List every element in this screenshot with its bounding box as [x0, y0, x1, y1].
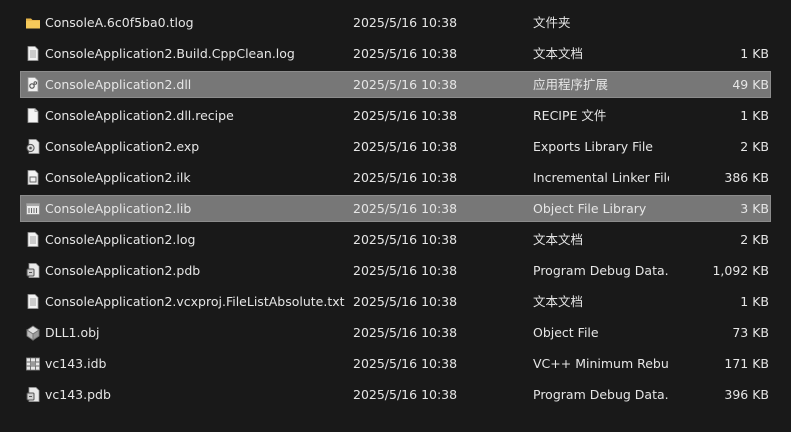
text-document-icon — [25, 231, 41, 248]
file-type: RECIPE 文件 — [533, 108, 607, 123]
exports-library-icon — [25, 138, 41, 155]
file-size: 2 KB — [740, 139, 769, 154]
file-row[interactable]: ConsoleApplication2.dll 2025/5/16 10:38 应用… — [0, 69, 791, 100]
file-size: 1,092 KB — [712, 263, 769, 278]
file-name: DLL1.obj — [45, 325, 100, 340]
file-row[interactable]: ConsoleApplication2.pdb 2025/5/16 10:38 Pr… — [0, 255, 791, 286]
file-size: 1 KB — [740, 294, 769, 309]
file-date-modified: 2025/5/16 10:38 — [353, 232, 458, 247]
file-type: 文本文档 — [533, 294, 584, 309]
file-size: 73 KB — [732, 325, 769, 340]
file-date-modified: 2025/5/16 10:38 — [353, 387, 458, 402]
text-document-icon — [25, 293, 41, 310]
file-date-modified: 2025/5/16 10:38 — [353, 170, 458, 185]
file-row[interactable]: ConsoleApplication2.ilk 2025/5/16 10:38 In… — [0, 162, 791, 193]
file-date-modified: 2025/5/16 10:38 — [353, 294, 458, 309]
file-row[interactable]: ConsoleApplication2.exp 2025/5/16 10:38 Ex… — [0, 131, 791, 162]
file-date-modified: 2025/5/16 10:38 — [353, 108, 458, 123]
file-date-modified: 2025/5/16 10:38 — [353, 15, 458, 30]
file-type: 文本文档 — [533, 232, 584, 247]
file-type: 应用程序扩展 — [533, 77, 609, 92]
file-row[interactable]: ConsoleApplication2.log 2025/5/16 10:38 文本… — [0, 224, 791, 255]
file-name: vc143.idb — [45, 356, 107, 371]
file-name: ConsoleApplication2.exp — [45, 139, 200, 154]
file-name: ConsoleApplication2.dll — [45, 77, 192, 92]
file-date-modified: 2025/5/16 10:38 — [353, 77, 458, 92]
file-name: vc143.pdb — [45, 387, 111, 402]
file-size: 3 KB — [740, 201, 769, 216]
file-size: 1 KB — [740, 108, 769, 123]
file-name: ConsoleApplication2.pdb — [45, 263, 201, 278]
file-type: Exports Library File — [533, 139, 654, 154]
file-row[interactable]: DLL1.obj 2025/5/16 10:38 Object File 73 KB — [0, 317, 791, 348]
file-row[interactable]: ConsoleApplication2.dll.recipe 2025/5/16 … — [0, 100, 791, 131]
file-date-modified: 2025/5/16 10:38 — [353, 356, 458, 371]
file-date-modified: 2025/5/16 10:38 — [353, 263, 458, 278]
file-row[interactable]: ConsoleApplication2.vcxproj.FileListAbso… — [0, 286, 791, 317]
file-type: 文件夹 — [533, 15, 571, 30]
file-type: Object File — [533, 325, 599, 340]
file-row[interactable]: ConsoleApplication2.lib 2025/5/16 10:38 Ob… — [0, 193, 791, 224]
file-row[interactable]: ConsoleApplication2.Build.CppClean.log 20… — [0, 38, 791, 69]
file-name: ConsoleA.6c0f5ba0.tlog — [45, 15, 194, 30]
file-name: ConsoleApplication2.Build.CppClean.log — [45, 46, 295, 61]
file-size: 49 KB — [732, 77, 769, 92]
file-name: ConsoleApplication2.vcxproj.FileListAbso… — [45, 294, 345, 309]
file-date-modified: 2025/5/16 10:38 — [353, 325, 458, 340]
linker-file-icon — [25, 169, 41, 186]
file-size: 396 KB — [724, 387, 769, 402]
file-name: ConsoleApplication2.ilk — [45, 170, 191, 185]
file-size: 1 KB — [740, 46, 769, 61]
file-date-modified: 2025/5/16 10:38 — [353, 201, 458, 216]
file-size: 2 KB — [740, 232, 769, 247]
file-type: Incremental Linker File — [533, 170, 669, 185]
file-list: ConsoleA.6c0f5ba0.tlog 2025/5/16 10:38 文件夹… — [0, 7, 791, 410]
file-name: ConsoleApplication2.log — [45, 232, 196, 247]
file-type: Object File Library — [533, 201, 647, 216]
debug-data-icon — [25, 262, 41, 279]
file-size: 171 KB — [724, 356, 769, 371]
file-size — [680, 7, 769, 38]
dll-file-icon — [25, 76, 41, 93]
file-size: 386 KB — [724, 170, 769, 185]
library-file-icon — [25, 200, 41, 217]
file-name: ConsoleApplication2.dll.recipe — [45, 108, 234, 123]
rebuild-file-icon — [25, 355, 41, 372]
debug-data-icon — [25, 386, 41, 403]
object-file-icon — [25, 324, 41, 341]
file-date-modified: 2025/5/16 10:38 — [353, 46, 458, 61]
blank-file-icon — [25, 107, 41, 124]
file-name: ConsoleApplication2.lib — [45, 201, 192, 216]
file-type: 文本文档 — [533, 46, 584, 61]
file-type: VC++ Minimum Rebu... — [533, 356, 669, 371]
file-row[interactable]: ConsoleA.6c0f5ba0.tlog 2025/5/16 10:38 文件夹 — [0, 7, 791, 38]
file-date-modified: 2025/5/16 10:38 — [353, 139, 458, 154]
file-row[interactable]: vc143.idb 2025/5/16 10:38 VC++ Minimum Reb… — [0, 348, 791, 379]
file-type: Program Debug Data... — [533, 387, 669, 402]
file-row[interactable]: vc143.pdb 2025/5/16 10:38 Program Debug Da… — [0, 379, 791, 410]
file-type: Program Debug Data... — [533, 263, 669, 278]
folder-icon — [25, 14, 41, 31]
text-document-icon — [25, 45, 41, 62]
